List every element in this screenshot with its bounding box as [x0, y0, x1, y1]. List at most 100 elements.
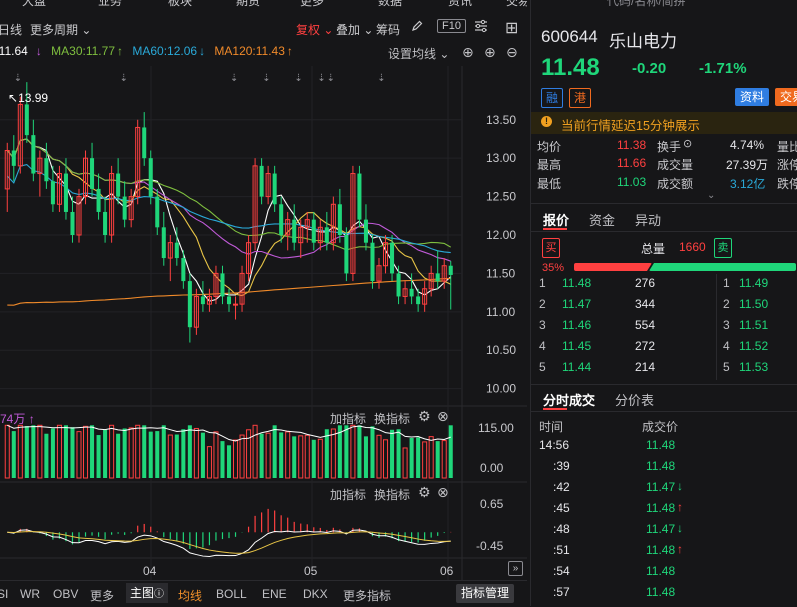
zoom-out-icon[interactable]: ⊖	[506, 44, 518, 61]
current-price: 11.48	[541, 54, 600, 81]
volume-bar	[206, 446, 212, 479]
chevron-down-icon: ⌄	[363, 23, 374, 37]
ask-level: 2	[723, 297, 730, 311]
volume-bar	[396, 429, 401, 478]
volume-bar	[233, 439, 239, 479]
more-periods-dropdown[interactable]: 更多周期 ⌄	[30, 21, 91, 38]
ask-level: 5	[723, 360, 730, 374]
volume-bar	[161, 425, 166, 478]
indicator-wr[interactable]: WR	[20, 587, 40, 601]
scroll-right-icon[interactable]: »	[508, 561, 523, 576]
indicator-obv[interactable]: OBV	[53, 587, 78, 601]
volume-bar	[70, 427, 75, 478]
volume-bar	[37, 424, 43, 479]
help-icon: ⓘ	[154, 589, 165, 600]
event-marker-icon: ⇣	[120, 73, 128, 84]
macd-tick-label: -0.45	[476, 539, 504, 553]
trade-time: :51	[553, 543, 570, 557]
more-indicators[interactable]: 更多指标	[343, 587, 391, 604]
ma-up-arrow-icon: ↑	[117, 44, 123, 58]
trade-price: 11.48	[646, 438, 676, 452]
trade-time: :45	[553, 501, 570, 515]
volume-bar	[435, 441, 440, 478]
chips-button[interactable]: 筹码	[376, 21, 400, 38]
volume-bar	[226, 445, 232, 478]
bid-price: 11.45	[562, 339, 592, 353]
gear-icon[interactable]: ⚙	[418, 484, 431, 501]
crosshair-icon[interactable]: ⊕	[462, 44, 474, 61]
fuquan-dropdown[interactable]: 复权 ⌄	[296, 21, 333, 38]
draw-pen-icon[interactable]	[411, 20, 423, 35]
info-circle-icon[interactable]: ⊙	[683, 137, 692, 150]
indicator-ma[interactable]: 均线	[178, 587, 202, 604]
tab-indicator	[543, 228, 567, 230]
candle-body	[435, 273, 440, 282]
tab-price-table[interactable]: 分价表	[615, 390, 654, 409]
stat-label: 涨停	[777, 158, 797, 172]
ma-down-arrow-icon: ↓	[35, 44, 42, 58]
ma-down-arrow-icon: ↓	[199, 44, 206, 58]
ask-price: 11.49	[739, 276, 769, 290]
indicator-ene[interactable]: ENE	[262, 587, 287, 601]
candle-body	[363, 219, 368, 243]
close-icon[interactable]: ⊗	[437, 408, 449, 425]
main-chart-tab[interactable]: 主图ⓘ	[126, 583, 169, 603]
period-daily[interactable]: 日线	[0, 21, 22, 38]
switch-indicator-button[interactable]: 换指标	[374, 410, 410, 427]
stats-grid: 均价 11.38 换手 ⊙ 4.74% 量比 最高 11.66 成交量 27.3…	[531, 136, 797, 194]
chevron-down-icon[interactable]: ⌄	[707, 190, 715, 201]
top-nav-item[interactable]: 业务	[98, 0, 122, 8]
ma-settings-button[interactable]: 设置均线 ⌄	[388, 45, 449, 62]
candle-body	[155, 196, 160, 228]
chart-toolbar: 日线 更多周期 ⌄ 复权 ⌄ 叠加 ⌄ 筹码 F10 ⊞	[0, 14, 527, 42]
top-nav-item[interactable]: 板块	[168, 0, 192, 8]
candle-body	[370, 242, 375, 282]
top-nav-item[interactable]: 数据	[378, 0, 402, 8]
tab-tick-trades[interactable]: 分时成交	[543, 390, 595, 409]
volume-bar	[330, 428, 336, 479]
top-nav-item[interactable]: 大盘	[22, 0, 46, 8]
volume-bar	[441, 440, 447, 479]
stat-value: 4.74%	[730, 138, 765, 152]
volume-bar	[357, 425, 362, 478]
delay-banner: ! 当前行情延迟15分钟展示	[531, 112, 797, 134]
switch-indicator-button[interactable]: 换指标	[374, 486, 410, 503]
indicator-dkx[interactable]: DKX	[303, 587, 328, 601]
more-periods-label: 更多周期	[30, 23, 79, 37]
overlay-dropdown[interactable]: 叠加 ⌄	[336, 21, 373, 38]
candle-body	[279, 204, 284, 235]
top-nav-item[interactable]: 资讯	[448, 0, 472, 8]
volume-bar	[422, 441, 428, 479]
kline-chart[interactable]: 13.50 13.00 12.50 12.00 11.50 11.00 10.50 10.00…	[0, 66, 527, 580]
volume-bar	[213, 431, 219, 479]
indicator-boll[interactable]: BOLL	[216, 587, 247, 601]
volume-bar	[279, 432, 284, 478]
f10-button[interactable]: F10	[437, 19, 466, 33]
info-button[interactable]: 资料	[735, 88, 769, 106]
candle-body	[161, 227, 166, 259]
ma30-value: MA30:11.77	[51, 44, 115, 58]
layout-grid-icon[interactable]: ⊞	[505, 18, 518, 38]
search-input[interactable]: 代码/名称/简拼	[607, 0, 686, 8]
tab-quote[interactable]: 报价	[543, 210, 569, 229]
add-indicator-button[interactable]: 加指标	[330, 410, 366, 427]
gear-icon[interactable]: ⚙	[418, 408, 431, 425]
indicator-si[interactable]: SI	[0, 587, 8, 601]
close-icon[interactable]: ⊗	[437, 484, 449, 501]
settings-sliders-icon[interactable]	[474, 19, 488, 36]
top-nav-item[interactable]: 期货	[236, 0, 260, 8]
top-nav-item[interactable]: 交易	[506, 0, 527, 8]
volume-bar	[44, 433, 49, 478]
volume-bar	[11, 431, 16, 478]
indicator-manage-button[interactable]: 指标管理	[456, 584, 515, 603]
add-indicator-button[interactable]: 加指标	[330, 486, 366, 503]
main-chart-label: 主图	[130, 586, 155, 600]
tab-movement[interactable]: 异动	[635, 210, 661, 229]
zoom-in-icon[interactable]: ⊕	[484, 44, 496, 61]
trade-button[interactable]: 交易	[775, 88, 797, 106]
top-nav-item[interactable]: 更多	[300, 0, 324, 8]
indicator-more[interactable]: 更多	[90, 587, 114, 604]
stat-label: 跌停	[777, 177, 797, 191]
tab-capital[interactable]: 资金	[589, 210, 615, 229]
ma-first-text: MA10:11.64	[0, 44, 28, 58]
